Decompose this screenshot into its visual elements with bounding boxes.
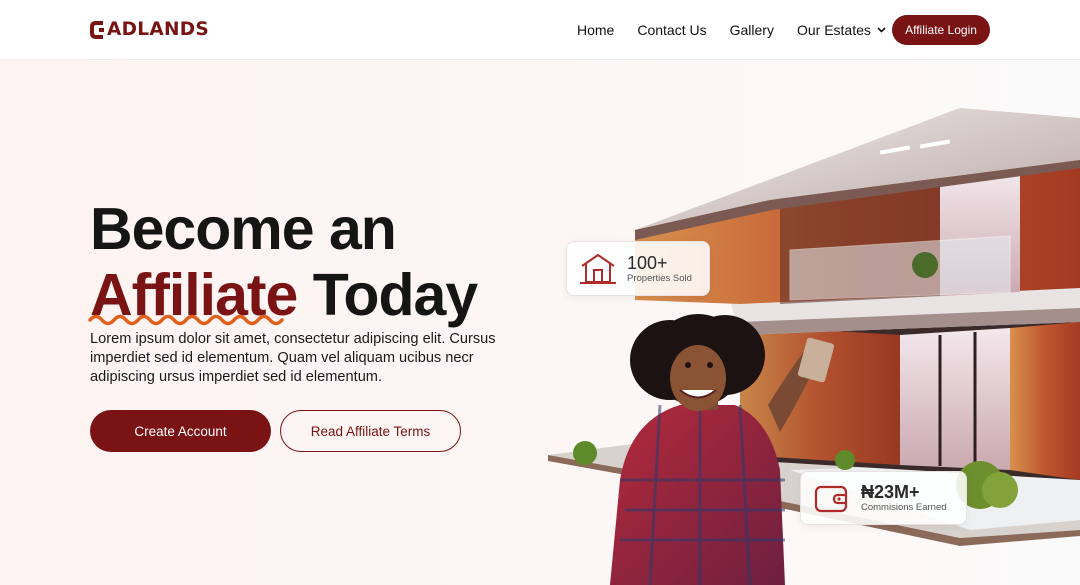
read-affiliate-terms-button[interactable]: Read Affiliate Terms [280, 410, 461, 452]
stat-text-commissions: ₦23M+ Commisions Earned [861, 482, 947, 514]
nav-our-estates[interactable]: Our Estates [797, 22, 886, 38]
stat-label-commissions: Commisions Earned [861, 502, 947, 513]
stat-card-commissions: ₦23M+ Commisions Earned [800, 471, 967, 525]
stat-value-properties: 100+ [627, 252, 668, 273]
create-account-button[interactable]: Create Account [90, 410, 271, 452]
headline-line1: Become an [90, 196, 397, 262]
wallet-icon [814, 485, 848, 513]
stat-text-properties: 100+ Properties Sold [627, 253, 692, 285]
nav-our-estates-label: Our Estates [796, 22, 871, 38]
hero-description: Lorem ipsum dolor sit amet, consectetur … [90, 331, 496, 385]
logo[interactable]: ADLANDS [90, 18, 209, 42]
stat-label-properties: Properties Sold [627, 272, 692, 284]
logo-mark-icon [90, 21, 104, 39]
site-header: ADLANDS Home Contact Us Gallery Our Esta… [0, 0, 1080, 60]
stat-value-commissions: ₦23M+ [861, 482, 920, 502]
headline-rest: Today [312, 262, 478, 328]
stat-card-properties: 100+ Properties Sold [566, 241, 710, 296]
nav-home[interactable]: Home [577, 22, 614, 38]
hero-section: Become an Affiliate Today Lorem ipsum do… [0, 60, 1080, 585]
squiggle-underline-icon [88, 314, 284, 326]
affiliate-login-button[interactable]: Affiliate Login [892, 15, 990, 45]
nav-contact-us[interactable]: Contact Us [637, 22, 706, 38]
nav-gallery[interactable]: Gallery [730, 22, 774, 38]
main-nav: Home Contact Us Gallery Our Estates [577, 22, 909, 38]
house-icon [580, 253, 616, 284]
hero-headline: Become an Affiliate Today [90, 196, 478, 328]
logo-text: ADLANDS [107, 19, 210, 40]
chevron-down-icon [877, 27, 886, 33]
